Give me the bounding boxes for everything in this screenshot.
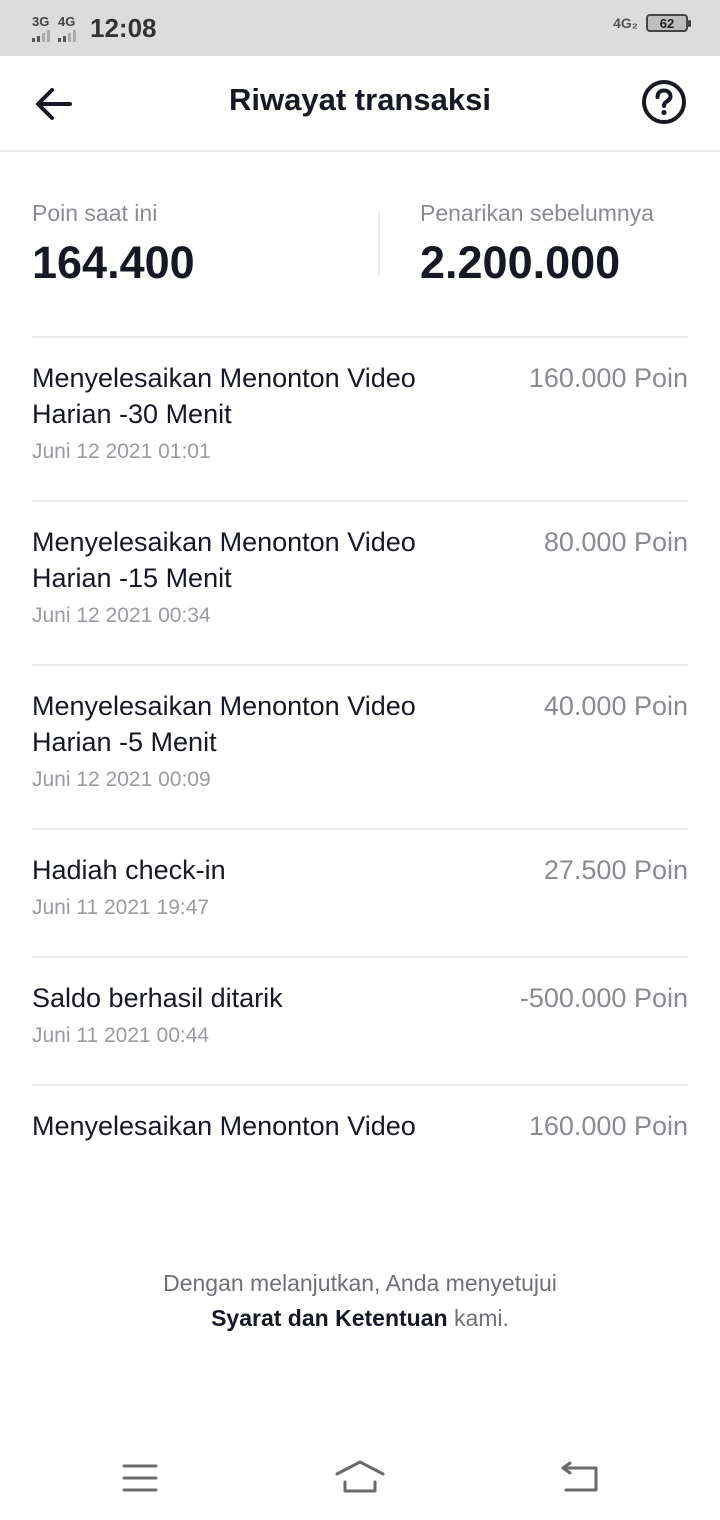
transaction-title: Hadiah check-in	[32, 855, 226, 885]
signal-icon	[32, 29, 50, 42]
help-button[interactable]	[640, 78, 688, 126]
terms-notice: Dengan melanjutkan, Anda menyetujui Syar…	[0, 1266, 720, 1336]
previous-withdrawal: Penarikan sebelumnya 2.200.000	[420, 200, 654, 289]
transaction-amount: -500.000 Poin	[519, 983, 688, 1013]
previous-withdrawal-value: 2.200.000	[420, 237, 621, 288]
previous-withdrawal-label: Penarikan sebelumnya	[420, 200, 654, 226]
battery-icon: 62	[646, 14, 691, 32]
sim1-signal: 3G	[32, 15, 50, 42]
transaction-date	[32, 1152, 688, 1188]
system-navbar	[0, 1440, 720, 1520]
list-item: Hadiah check-in 27.500 Poin Juni 11 2021…	[32, 828, 688, 956]
sim1-label: 3G	[32, 13, 50, 29]
current-points: Poin saat ini 164.400	[32, 200, 195, 289]
transaction-amount: 40.000 Poin	[543, 691, 688, 721]
transaction-title: Menyelesaikan Menonton Video Harian -30 …	[32, 363, 416, 429]
summary-divider	[378, 210, 380, 276]
transaction-list[interactable]: Menyelesaikan Menonton Video Harian -30 …	[32, 336, 688, 1228]
transaction-date: Juni 11 2021 00:44	[32, 1024, 210, 1047]
list-item: Menyelesaikan Menonton Video Harian -30 …	[32, 336, 688, 500]
terms-notice-line2: Syarat dan Ketentuan kami.	[0, 1301, 720, 1336]
signal-icon	[58, 29, 76, 42]
home-button[interactable]	[330, 1456, 390, 1500]
transaction-amount: 27.500 Poin	[543, 855, 688, 885]
network-type: 4G₂	[613, 15, 638, 31]
transaction-title: Saldo berhasil ditarik	[32, 983, 283, 1013]
transaction-date: Juni 12 2021 00:34	[32, 604, 211, 627]
terms-link[interactable]: Syarat dan Ketentuan	[211, 1305, 447, 1331]
terms-suffix: kami.	[453, 1305, 509, 1331]
sim2-signal: 4G	[58, 15, 76, 42]
app-header: Riwayat transaksi	[0, 56, 720, 152]
terms-notice-line1: Dengan melanjutkan, Anda menyetujui	[163, 1270, 557, 1296]
current-points-value: 164.400	[32, 237, 195, 288]
home-icon	[335, 1460, 385, 1493]
menu-icon	[122, 1464, 158, 1492]
status-time: 12:08	[90, 12, 157, 43]
status-bar: 3G 4G 12:08 4G₂ 62	[0, 0, 720, 56]
back-nav-button[interactable]	[550, 1456, 610, 1500]
transaction-date: Juni 12 2021 01:01	[32, 440, 211, 463]
transaction-title: Menyelesaikan Menonton Video Harian -5 M…	[32, 691, 416, 757]
menu-button[interactable]	[110, 1456, 170, 1500]
sim2-label: 4G	[58, 13, 76, 29]
list-item: Menyelesaikan Menonton Video Harian -15 …	[32, 500, 688, 664]
battery-level: 62	[659, 15, 675, 31]
back-icon	[561, 1461, 598, 1492]
transaction-title: Menyelesaikan Menonton Video Harian -15 …	[32, 527, 416, 593]
list-item: Saldo berhasil ditarik -500.000 Poin Jun…	[32, 956, 688, 1084]
points-summary: Poin saat ini 164.400 Penarikan sebelumn…	[32, 200, 688, 300]
transaction-title: Menyelesaikan Menonton Video	[32, 1111, 416, 1141]
list-item: Menyelesaikan Menonton Video Harian -5 M…	[32, 664, 688, 828]
question-circle-icon	[642, 80, 686, 124]
transaction-date: Juni 12 2021 00:09	[32, 768, 211, 791]
page-title: Riwayat transaksi	[229, 82, 491, 117]
current-points-label: Poin saat ini	[32, 200, 158, 226]
transaction-amount: 160.000 Poin	[528, 363, 688, 393]
transaction-amount: 160.000 Poin	[528, 1111, 688, 1141]
transaction-amount: 80.000 Poin	[543, 527, 688, 557]
list-item: Menyelesaikan Menonton Video 160.000 Poi…	[32, 1084, 688, 1188]
transaction-date: Juni 11 2021 19:47	[32, 896, 210, 919]
